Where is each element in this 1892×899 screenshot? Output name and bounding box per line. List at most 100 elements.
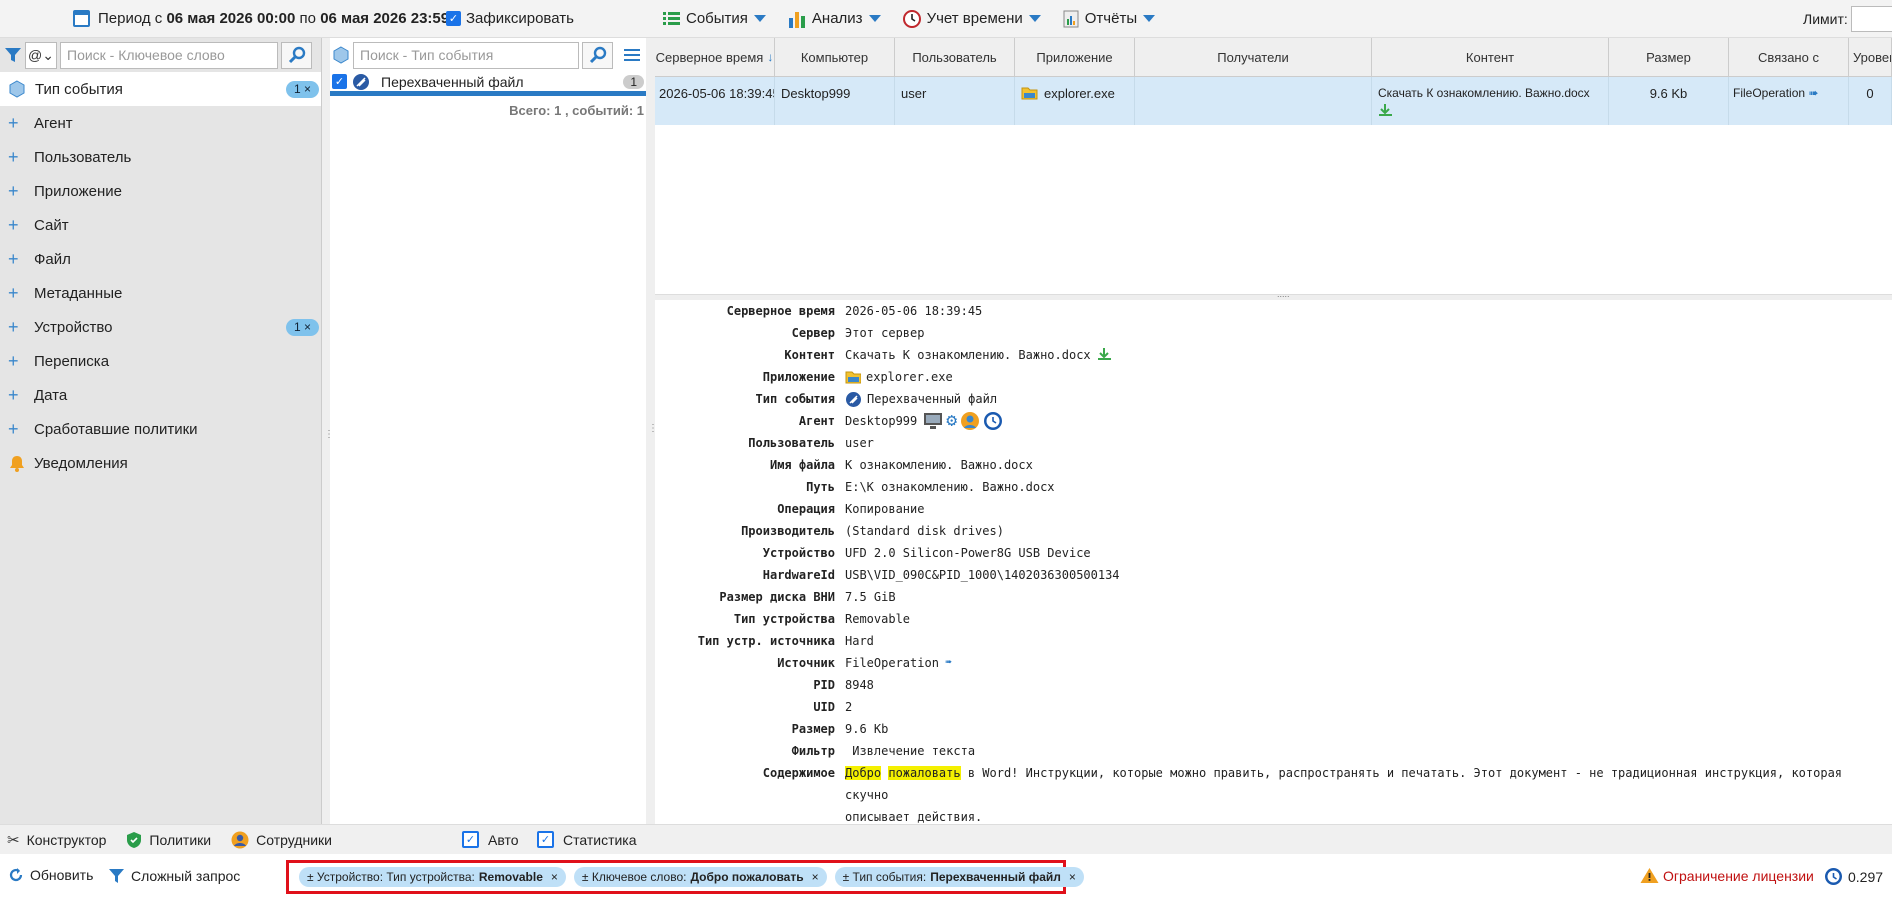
- refresh-button[interactable]: Обновить: [8, 867, 93, 883]
- detail-value: Hard: [845, 634, 874, 648]
- col-header-computer[interactable]: Компьютер: [775, 38, 895, 77]
- cell-computer[interactable]: Desktop999: [775, 77, 895, 125]
- cell-time[interactable]: 2026-05-06 18:39:45: [655, 77, 775, 125]
- col-header-content[interactable]: Контент: [1372, 38, 1609, 77]
- stats-checkbox[interactable]: ✓: [537, 831, 554, 848]
- col-header-linked[interactable]: Связано с: [1729, 38, 1849, 77]
- gear-icon[interactable]: ⚙: [946, 412, 957, 430]
- filter-correspondence[interactable]: + Переписка: [0, 344, 321, 378]
- type-checkbox[interactable]: ✓: [332, 74, 347, 89]
- arrow-right-icon[interactable]: ➠: [945, 655, 952, 669]
- filter-chip[interactable]: ± Тип события: Перехваченный файл ×: [834, 867, 1084, 887]
- filter-metadata[interactable]: + Метаданные: [0, 276, 321, 310]
- auto-toggle[interactable]: ✓ Авто: [462, 831, 519, 848]
- limit-input[interactable]: [1851, 6, 1892, 32]
- detail-label: Содержимое: [762, 766, 835, 780]
- period-text[interactable]: Период с 06 мая 2026 00:00 по 06 мая 202…: [98, 10, 449, 27]
- filter-policies[interactable]: + Сработавшие политики: [0, 412, 321, 446]
- filter-user[interactable]: + Пользователь: [0, 140, 321, 174]
- cell-app[interactable]: explorer.exe: [1015, 77, 1135, 125]
- col-header-level[interactable]: Уровень: [1849, 38, 1892, 77]
- close-icon[interactable]: ×: [812, 870, 819, 884]
- filter-date[interactable]: + Дата: [0, 378, 321, 412]
- filter-icon[interactable]: [4, 46, 22, 64]
- cell-text: 0: [1866, 86, 1874, 101]
- detail-label: Путь: [806, 480, 835, 494]
- filter-notifications[interactable]: Уведомления: [0, 446, 321, 480]
- filter-agent[interactable]: + Агент: [0, 106, 321, 140]
- cell-content[interactable]: Скачать К ознакомлению. Важно.docx: [1372, 77, 1609, 125]
- filter-app[interactable]: + Приложение: [0, 174, 321, 208]
- status-bar: Обновить Сложный запрос ± Устройство: Ти…: [0, 854, 1892, 899]
- filter-file[interactable]: + Файл: [0, 242, 321, 276]
- type-row[interactable]: ✓ Перехваченный файл 1: [330, 72, 646, 96]
- user-avatar-icon[interactable]: [960, 411, 980, 431]
- col-header-time[interactable]: Серверное время ↓: [655, 38, 775, 77]
- filter-chip[interactable]: ± Ключевое слово: Добро пожаловать ×: [573, 867, 827, 887]
- detail-value: 9.6 Kb: [845, 722, 889, 736]
- menu-events[interactable]: События: [663, 10, 766, 27]
- arrow-right-icon[interactable]: ➠: [1808, 86, 1818, 100]
- chip-prefix: ± Устройство: Тип устройства:: [307, 870, 475, 884]
- lock-period-checkbox[interactable]: ✓: [446, 11, 461, 26]
- cell-size[interactable]: 9.6 Kb: [1609, 77, 1729, 125]
- detail-label: Пользователь: [748, 436, 835, 450]
- filter-chip[interactable]: ± Устройство: Тип устройства: Removable ×: [299, 867, 566, 887]
- type-search-button[interactable]: [582, 41, 613, 69]
- at-select[interactable]: @ ⌄: [25, 41, 57, 69]
- type-search-input[interactable]: Поиск - Тип события: [353, 41, 579, 69]
- cell-level[interactable]: 0: [1849, 77, 1892, 125]
- close-icon[interactable]: ×: [1069, 870, 1076, 884]
- complex-query-button[interactable]: Сложный запрос: [108, 867, 240, 884]
- filter-event-type[interactable]: Тип события 1 ×: [0, 72, 321, 106]
- keyword-search-input[interactable]: Поиск - Ключевое слово: [60, 41, 278, 69]
- tab-employees[interactable]: Сотрудники: [231, 831, 332, 849]
- cell-recipients[interactable]: [1135, 77, 1372, 125]
- filter-badge[interactable]: 1 ×: [285, 319, 319, 336]
- cell-linked[interactable]: FileOperation ➠: [1729, 77, 1849, 125]
- close-icon[interactable]: ×: [551, 870, 558, 884]
- clock-icon[interactable]: [983, 411, 1003, 431]
- tab-policies[interactable]: Политики: [126, 831, 211, 849]
- col-header-app[interactable]: Приложение: [1015, 38, 1135, 77]
- col-header-label: Приложение: [1036, 49, 1113, 65]
- filter-device[interactable]: + Устройство 1 ×: [0, 310, 321, 344]
- bell-icon: [10, 456, 24, 472]
- panel-splitter[interactable]: ⋮: [646, 38, 658, 824]
- chevron-down-icon: [1028, 15, 1041, 22]
- panel-splitter[interactable]: ⋮: [322, 38, 334, 824]
- calendar-icon[interactable]: [73, 10, 90, 27]
- refresh-icon: [9, 868, 23, 882]
- cell-user[interactable]: user: [895, 77, 1015, 125]
- menu-reports[interactable]: Отчёты: [1063, 10, 1156, 28]
- folder-icon: [845, 371, 861, 384]
- keyword-search-button[interactable]: [281, 41, 312, 69]
- filter-badge[interactable]: 1 ×: [285, 81, 319, 98]
- limit-label: Лимит:: [1803, 11, 1848, 27]
- detail-body-text: Добро пожаловать в Word! Инструкции, кот…: [845, 762, 1865, 828]
- license-warning[interactable]: Ограничение лицензии: [1640, 867, 1814, 884]
- col-header-size[interactable]: Размер: [1609, 38, 1729, 77]
- filter-site[interactable]: + Сайт: [0, 208, 321, 242]
- tab-constructor[interactable]: ✂ Конструктор: [7, 831, 106, 849]
- plus-icon: +: [8, 146, 19, 167]
- plus-icon: +: [8, 350, 19, 371]
- col-header-recipients[interactable]: Получатели: [1135, 38, 1372, 77]
- download-icon[interactable]: [1378, 103, 1393, 118]
- menu-analysis[interactable]: Анализ: [788, 10, 881, 28]
- menu-icon[interactable]: [624, 47, 642, 63]
- col-header-label: Серверное время: [655, 49, 764, 65]
- detail-label: Операция: [777, 502, 835, 516]
- computer-icon[interactable]: [923, 412, 943, 430]
- detail-value: FileOperation: [845, 656, 939, 670]
- complex-query-label: Сложный запрос: [131, 867, 241, 884]
- download-icon[interactable]: [1097, 347, 1112, 362]
- col-header-label: Связано с: [1758, 49, 1819, 65]
- menu-time[interactable]: Учет времени: [902, 9, 1041, 28]
- stats-toggle[interactable]: ✓ Статистика: [537, 831, 637, 848]
- folder-icon: [1021, 87, 1038, 100]
- col-header-user[interactable]: Пользователь: [895, 38, 1015, 77]
- detail-value: 2: [845, 700, 853, 714]
- auto-checkbox[interactable]: ✓: [462, 831, 479, 848]
- filter-label: Сайт: [34, 216, 69, 234]
